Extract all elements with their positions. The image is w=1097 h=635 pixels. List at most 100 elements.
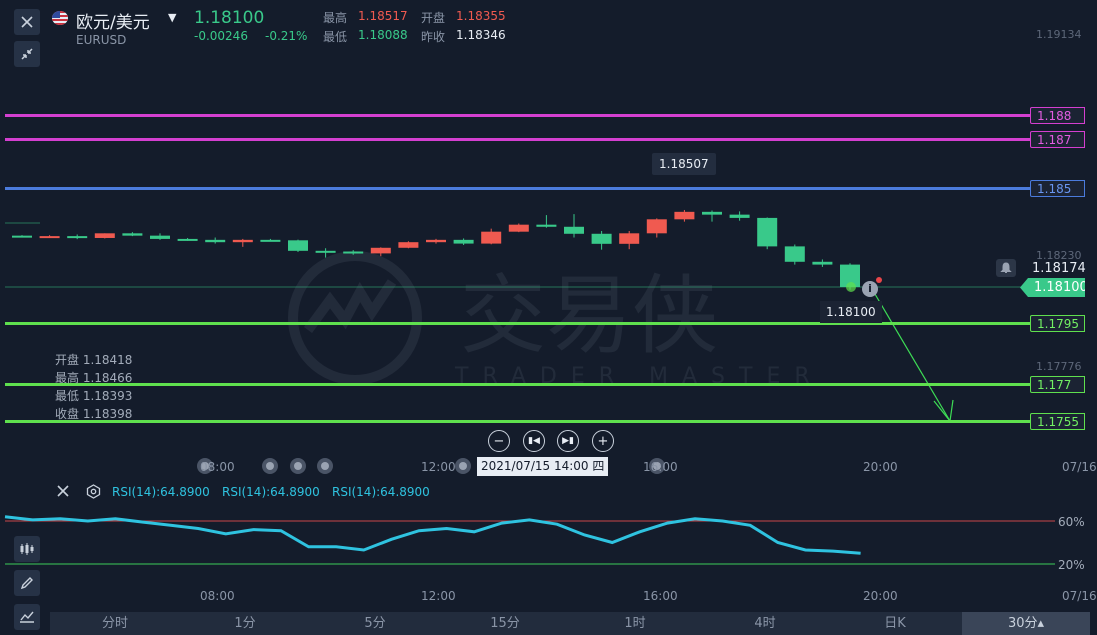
marker-dot[interactable] xyxy=(262,458,278,474)
level-line-1177[interactable] xyxy=(5,383,1055,386)
watermark-logo xyxy=(288,251,422,385)
rsi-label: RSI(14):64.8900 xyxy=(222,485,320,499)
current-price-popup: 1.18100 xyxy=(820,301,882,323)
current-point xyxy=(846,282,856,292)
time-tick: 12:00 xyxy=(421,589,456,603)
plus-icon: + xyxy=(597,433,609,449)
alert-dot xyxy=(876,277,882,283)
level-line-1185[interactable] xyxy=(5,187,1055,190)
candle-body xyxy=(646,219,667,234)
alert-bell-button[interactable] xyxy=(996,259,1016,277)
candle-body xyxy=(702,211,722,215)
crosshair-time: 2021/07/15 14:00 四 xyxy=(477,457,609,476)
peak-price-label: 1.18507 xyxy=(652,153,716,175)
candle-body xyxy=(122,233,143,236)
level-line-11795[interactable] xyxy=(5,322,1055,325)
rsi-label: RSI(14):64.8900 xyxy=(112,485,210,499)
level-line-1188[interactable] xyxy=(5,114,1055,117)
marker-dot[interactable] xyxy=(317,458,333,474)
candle-body xyxy=(453,239,474,244)
close-indicator-button[interactable] xyxy=(56,484,70,501)
candle-body xyxy=(315,250,336,253)
zoom-in-button[interactable]: + xyxy=(592,430,614,452)
candle-body xyxy=(757,217,778,247)
candle-body xyxy=(39,236,60,239)
candle-body xyxy=(729,214,750,218)
time-tick: 07/16 xyxy=(1062,589,1097,603)
level-label: 1.185 xyxy=(1030,180,1085,197)
timeframe-tab-active[interactable]: 30分▴ xyxy=(962,612,1090,635)
projection-arrow xyxy=(871,288,954,423)
time-tick: 08:00 xyxy=(200,460,235,474)
candle-body xyxy=(94,233,115,238)
ohlc-high: 最高 1.18466 xyxy=(55,371,133,385)
scroll-start-button[interactable]: ▮◀ xyxy=(523,430,545,452)
alert-price: 1.18174 xyxy=(1032,261,1086,276)
candle-body xyxy=(12,235,32,238)
level-line-1187[interactable] xyxy=(5,138,1055,141)
time-tick: 20:00 xyxy=(863,589,898,603)
candle-body xyxy=(150,235,170,239)
candle-body xyxy=(232,239,253,243)
price-chart[interactable]: 交易侠 TRADER MASTER xyxy=(0,0,1097,470)
close-icon xyxy=(57,485,69,497)
marker-dot[interactable] xyxy=(290,458,306,474)
trend-icon xyxy=(20,611,34,623)
timeframe-tab[interactable]: 15分 xyxy=(470,612,540,635)
candle-body xyxy=(536,224,557,227)
zoom-out-button[interactable]: − xyxy=(488,430,510,452)
ohlc-open: 开盘 1.18418 xyxy=(55,353,133,367)
candle-body xyxy=(426,239,446,243)
marker-dot[interactable] xyxy=(455,458,471,474)
timeframe-tab[interactable]: 1时 xyxy=(600,612,670,635)
eye-settings-icon xyxy=(86,484,101,499)
scroll-end-button[interactable]: ▶▮ xyxy=(557,430,579,452)
rsi-lower-label: 20% xyxy=(1058,558,1085,572)
ohlc-close: 收盘 1.18398 xyxy=(55,407,133,421)
minus-icon: − xyxy=(493,433,505,449)
timeframe-tab[interactable]: 4时 xyxy=(730,612,800,635)
time-tick: 08:00 xyxy=(200,589,235,603)
ohlc-low: 最低 1.18393 xyxy=(55,389,133,403)
candle-body xyxy=(481,231,502,244)
draw-tool-button[interactable] xyxy=(14,570,40,596)
candle-body xyxy=(398,242,419,248)
candle-body xyxy=(370,247,391,254)
indicator-settings-button[interactable] xyxy=(86,484,101,502)
skip-back-icon: ▮◀ xyxy=(528,436,540,446)
candles-layer xyxy=(12,209,860,290)
level-label: 1.1795 xyxy=(1030,315,1085,332)
time-tick: 16:00 xyxy=(643,589,678,603)
timeframe-bar xyxy=(50,612,1090,635)
level-label: 1.187 xyxy=(1030,131,1085,148)
candle-body xyxy=(591,233,612,244)
timeframe-tab[interactable]: 5分 xyxy=(340,612,410,635)
candle-body xyxy=(508,224,529,232)
level-line-11755[interactable] xyxy=(5,420,1055,423)
candle-body xyxy=(343,251,364,254)
indicator-type-button[interactable] xyxy=(14,536,40,562)
candle-body xyxy=(67,236,88,239)
candle-body xyxy=(288,240,308,251)
level-label: 1.1755 xyxy=(1030,413,1085,430)
time-tick: 20:00 xyxy=(863,460,898,474)
current-price-tag: 1.18100 xyxy=(1020,278,1085,297)
bell-icon xyxy=(1000,262,1012,273)
rsi-upper-label: 60% xyxy=(1058,515,1085,529)
trend-tool-button[interactable] xyxy=(14,604,40,630)
rsi-line xyxy=(4,515,861,555)
candle-body xyxy=(260,239,281,242)
candle-body xyxy=(205,239,226,243)
candle-body xyxy=(564,226,584,234)
candle-body xyxy=(784,246,805,262)
info-icon[interactable]: i xyxy=(862,281,878,297)
timeframe-tab[interactable]: 分时 xyxy=(80,612,150,635)
timeframe-tab[interactable]: 1分 xyxy=(210,612,280,635)
timeframe-tab[interactable]: 日K xyxy=(860,612,930,635)
candle-body xyxy=(674,211,695,220)
rsi-chart[interactable] xyxy=(0,505,1097,580)
candle-body xyxy=(619,233,640,244)
pencil-icon xyxy=(20,577,33,590)
level-label: 1.188 xyxy=(1030,107,1085,124)
level-label: 1.177 xyxy=(1030,376,1085,393)
